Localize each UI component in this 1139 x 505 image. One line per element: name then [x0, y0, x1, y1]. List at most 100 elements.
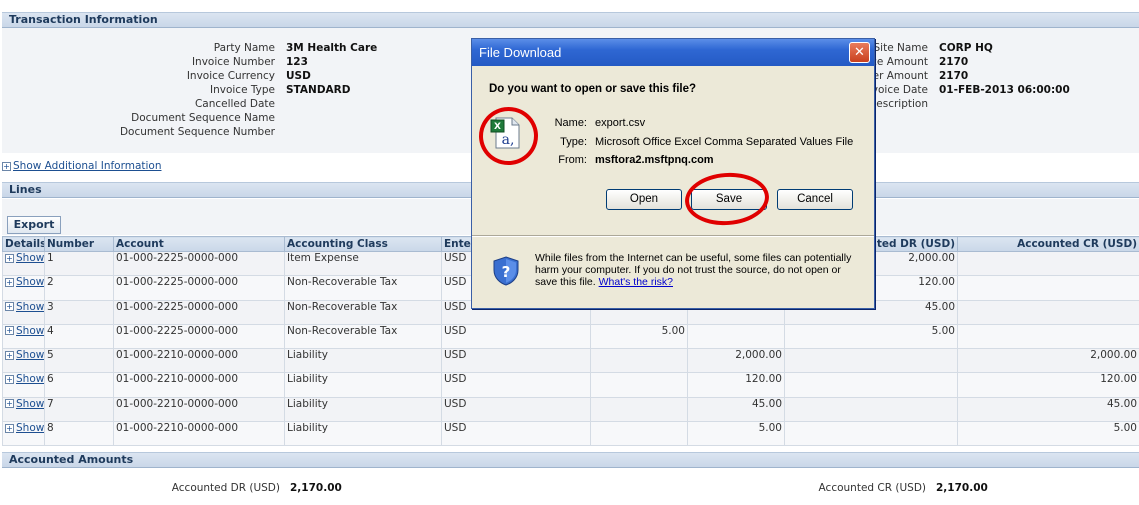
security-warning-text: While files from the Internet can be use… — [535, 252, 852, 288]
cell-currency: USD — [441, 348, 591, 374]
show-details-link[interactable]: Show — [16, 374, 44, 385]
txn-field-value: STANDARD — [286, 84, 351, 96]
security-shield-icon: ? — [493, 256, 519, 286]
txn-field-label: Description — [868, 98, 928, 110]
show-details-link[interactable]: Show — [16, 423, 44, 434]
txn-field-label: ce Amount — [871, 56, 928, 68]
details-cell: + Show — [2, 348, 45, 374]
whats-the-risk-link[interactable]: What's the risk? — [599, 276, 673, 288]
save-button[interactable]: Save — [691, 189, 767, 210]
file-type-label: Type: — [560, 136, 587, 148]
cell-number: 1 — [44, 250, 114, 277]
cell-entered-dr — [590, 372, 688, 398]
cell-number: 7 — [44, 396, 114, 423]
details-cell: + Show — [2, 421, 45, 447]
cell-number: 3 — [44, 299, 114, 325]
txn-field-label: Cancelled Date — [194, 98, 275, 110]
cell-entered-dr — [590, 421, 688, 447]
txn-field-value: 3M Health Care — [286, 42, 378, 54]
transaction-info-header: Transaction Information — [2, 12, 1139, 28]
txn-field-label: Invoice Type — [210, 84, 275, 96]
show-details-link[interactable]: Show — [16, 325, 44, 336]
open-button[interactable]: Open — [606, 189, 682, 210]
cell-account: 01-000-2210-0000-000 — [113, 372, 285, 398]
shield-glyph: ? — [502, 263, 511, 281]
expand-plus-icon[interactable]: + — [5, 374, 14, 384]
details-cell: + Show — [2, 372, 45, 398]
cell-account: 01-000-2225-0000-000 — [113, 299, 285, 325]
dialog-close-icon[interactable]: ✕ — [849, 42, 870, 63]
cell-entered-dr — [590, 396, 688, 423]
details-cell: + Show — [2, 250, 45, 277]
accounted-dr-value: 2,170.00 — [290, 482, 342, 494]
cell-acc-cr: 120.00 — [957, 372, 1139, 398]
txn-field-value: 2170 — [939, 70, 969, 82]
col-details: Details — [2, 236, 45, 252]
accounted-amounts-panel: Accounted DR (USD) 2,170.00 Accounted CR… — [2, 469, 1139, 505]
security-warning: While files from the Internet can be use… — [535, 252, 860, 288]
txn-field-label: ger Amount — [865, 70, 928, 82]
cell-number: 2 — [44, 275, 114, 301]
dialog-separator — [472, 235, 874, 237]
accounted-cr-value: 2,170.00 — [936, 482, 988, 494]
expand-plus-icon[interactable]: + — [5, 423, 14, 433]
table-row: + Show 8 01-000-2210-0000-000 Liability USD 5.… — [2, 421, 1139, 447]
table-row: + Show 4 01-000-2225-0000-000 Non-Recoverabl… — [2, 323, 1139, 350]
cell-entered-dr: 5.00 — [590, 323, 688, 350]
cell-class: Non-Recoverable Tax — [284, 275, 442, 301]
cell-account: 01-000-2225-0000-000 — [113, 275, 285, 301]
csv-file-icon: X a, — [490, 117, 520, 149]
cell-entered-dr — [590, 348, 688, 374]
cell-account: 01-000-2210-0000-000 — [113, 421, 285, 447]
show-details-link[interactable]: Show — [16, 350, 44, 361]
table-row: + Show 5 01-000-2210-0000-000 Liability USD 2,… — [2, 348, 1139, 374]
cell-class: Liability — [284, 372, 442, 398]
cell-acc-cr — [957, 275, 1139, 301]
export-button[interactable]: Export — [7, 216, 61, 234]
cancel-button[interactable]: Cancel — [777, 189, 853, 210]
dialog-question: Do you want to open or save this file? — [489, 83, 697, 95]
excel-badge-glyph: X — [494, 122, 501, 132]
txn-field-label: Document Sequence Number — [119, 126, 275, 138]
show-details-link[interactable]: Show — [16, 301, 44, 312]
show-details-link[interactable]: Show — [16, 277, 44, 288]
expand-plus-icon[interactable]: + — [5, 253, 14, 263]
expand-plus-icon[interactable]: + — [5, 302, 14, 312]
cell-acc-cr — [957, 299, 1139, 325]
cell-entered-cr: 45.00 — [687, 396, 785, 423]
cell-currency: USD — [441, 372, 591, 398]
cell-account: 01-000-2210-0000-000 — [113, 348, 285, 374]
show-additional-info-link[interactable]: + Show Additional Information — [2, 160, 162, 172]
cell-entered-cr — [687, 323, 785, 350]
col-accounting-class: Accounting Class — [284, 236, 442, 252]
cell-number: 8 — [44, 421, 114, 447]
details-cell: + Show — [2, 323, 45, 350]
txn-field-value: CORP HQ — [939, 42, 993, 54]
cell-account: 01-000-2210-0000-000 — [113, 396, 285, 423]
details-cell: + Show — [2, 275, 45, 301]
cell-class: Item Expense — [284, 250, 442, 277]
expand-plus-icon[interactable]: + — [5, 350, 14, 360]
details-cell: + Show — [2, 396, 45, 423]
accounted-cr-label: Accounted CR (USD) — [818, 482, 926, 494]
cell-entered-cr: 2,000.00 — [687, 348, 785, 374]
txn-field-label: Document Sequence Name — [131, 112, 275, 124]
txn-field-value: 01-FEB-2013 06:00:00 — [939, 84, 1070, 96]
table-row: + Show 7 01-000-2210-0000-000 Liability USD 45… — [2, 396, 1139, 423]
cell-acc-cr: 5.00 — [957, 421, 1139, 447]
accounted-amounts-header: Accounted Amounts — [2, 452, 1139, 468]
show-details-link[interactable]: Show — [16, 253, 44, 264]
cell-account: 01-000-2225-0000-000 — [113, 323, 285, 350]
expand-plus-icon[interactable]: + — [5, 277, 14, 287]
file-type-value: Microsoft Office Excel Comma Separated V… — [595, 136, 854, 148]
cell-acc-cr: 2,000.00 — [957, 348, 1139, 374]
col-number: Number — [44, 236, 114, 252]
expand-plus-icon[interactable]: + — [5, 399, 14, 409]
expand-plus-icon[interactable]: + — [5, 326, 14, 336]
details-cell: + Show — [2, 299, 45, 325]
cell-class: Liability — [284, 421, 442, 447]
show-details-link[interactable]: Show — [16, 398, 44, 409]
txn-field-label: Invoice Currency — [186, 70, 275, 82]
dialog-titlebar[interactable]: File Download — [472, 39, 874, 66]
cell-currency: USD — [441, 421, 591, 447]
